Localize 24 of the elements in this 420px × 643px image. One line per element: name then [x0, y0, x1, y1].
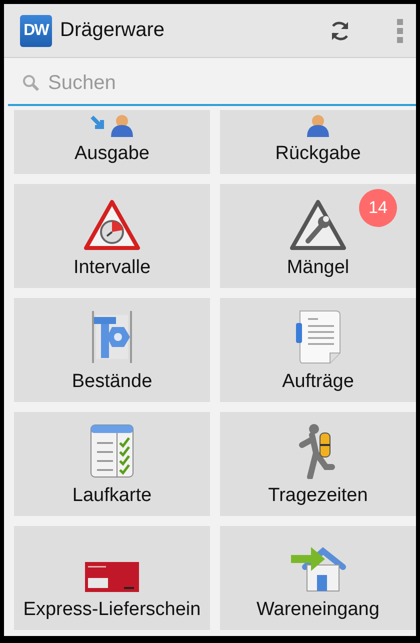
menu-tile[interactable]: Intervalle: [14, 184, 210, 288]
menu-tile[interactable]: Ausgabe: [14, 110, 210, 174]
menu-tile[interactable]: Laufkarte: [14, 412, 210, 516]
app-title: Drägerware: [60, 19, 166, 42]
menu-tile[interactable]: Rückgabe: [220, 110, 416, 174]
menu-tile[interactable]: Mängel 14: [220, 184, 416, 288]
search-field[interactable]: Suchen: [8, 62, 416, 106]
walking-person-tank-icon: [298, 423, 338, 479]
menu-tile[interactable]: Aufträge: [220, 298, 416, 402]
checklist-icon: [89, 423, 135, 479]
app-logo: DW: [20, 14, 52, 46]
document-icon: [294, 309, 342, 365]
arrow-person-icon: [90, 115, 134, 137]
menu-tile[interactable]: Bestände: [14, 298, 210, 402]
warning-clock-icon: [83, 199, 141, 251]
menu-tile[interactable]: Wareneingang: [220, 526, 416, 630]
packing-slip-icon: [84, 561, 140, 593]
search-icon: [22, 74, 40, 92]
count-badge: 14: [359, 189, 397, 227]
menu-tile[interactable]: Tragezeiten: [220, 412, 416, 516]
bolt-nut-icon: [90, 309, 134, 365]
warning-wrench-icon: [289, 199, 347, 251]
menu-tile[interactable]: Express-Lieferschein: [14, 526, 210, 630]
person-icon: [307, 115, 329, 137]
